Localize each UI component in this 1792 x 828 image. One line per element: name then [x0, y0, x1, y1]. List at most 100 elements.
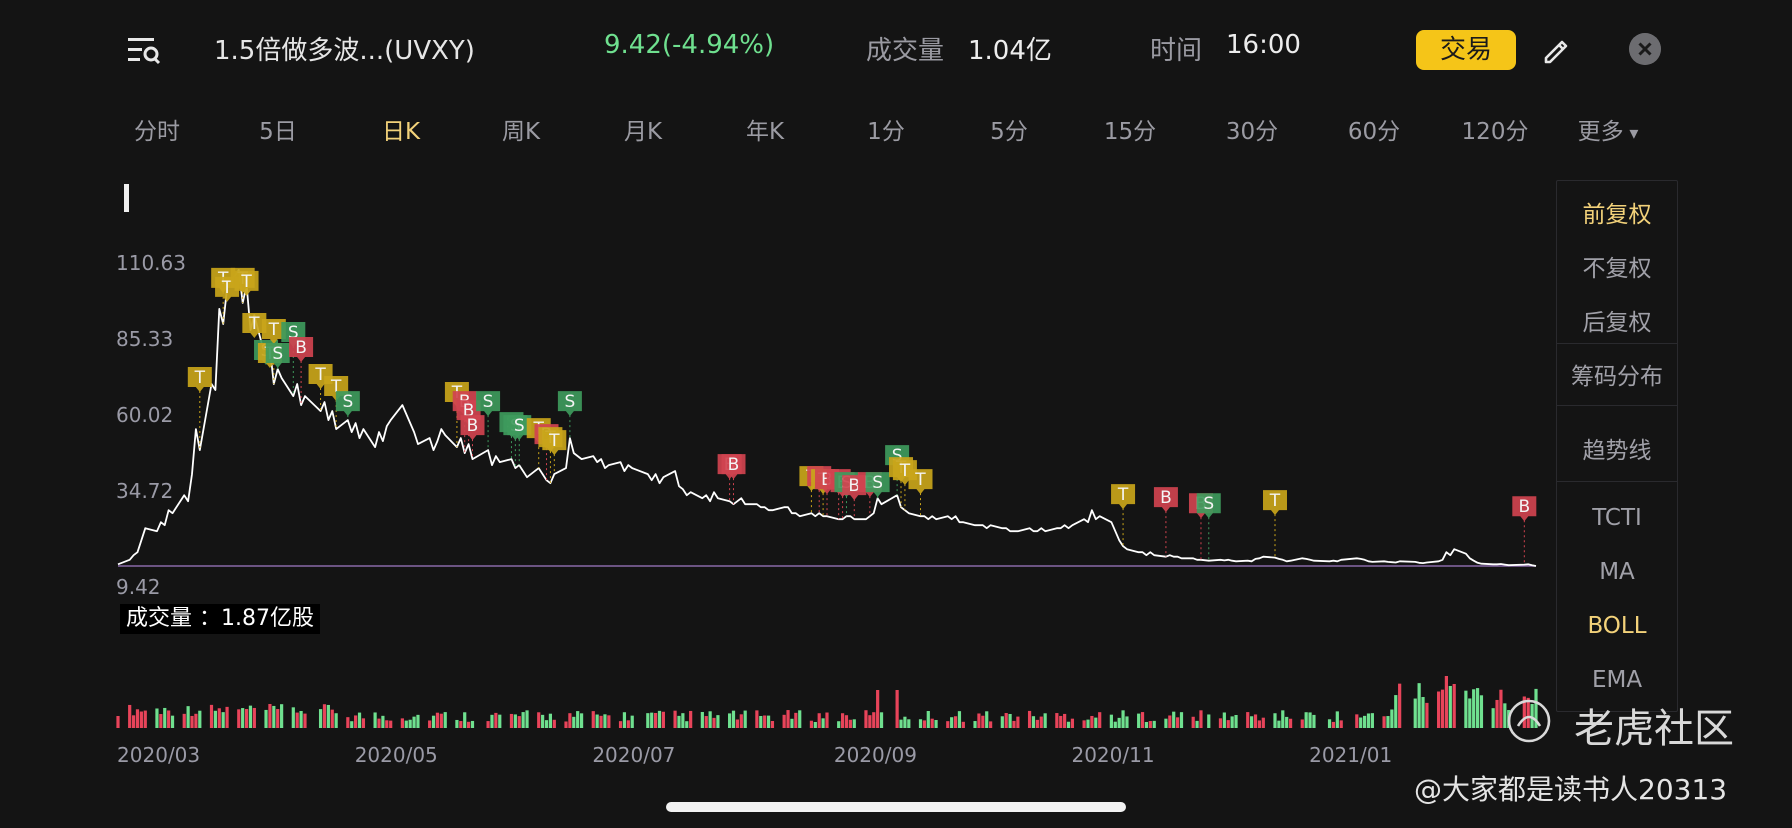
volume-bar [1475, 688, 1480, 728]
y-tick-label: 9.42 [116, 575, 161, 599]
volume-bar [272, 705, 276, 728]
volume-bar [930, 718, 934, 728]
volume-bar [677, 715, 681, 728]
volume-bar [544, 720, 549, 728]
volume-bar [879, 712, 884, 728]
volume-bar [576, 711, 580, 728]
trade-marker-label: B [1160, 488, 1172, 508]
volume-bar [591, 711, 595, 728]
volume-bar [1195, 720, 1199, 728]
volume-bar [607, 715, 611, 728]
volume-bar [131, 715, 136, 728]
panel-item-1[interactable]: 前复权 [1557, 195, 1677, 229]
volume-bar [950, 717, 954, 728]
panel-item-2[interactable]: 不复权 [1557, 249, 1677, 283]
volume-bar [977, 713, 981, 728]
trade-marker-label: B [1518, 497, 1530, 517]
x-tick-label: 2021/01 [1309, 743, 1392, 767]
volume-bar [957, 711, 962, 728]
volume-bar [1390, 709, 1394, 728]
volume-bar [213, 710, 217, 728]
volume-bar [1257, 720, 1262, 728]
volume-bar [521, 712, 525, 728]
volume-bar [1366, 713, 1371, 728]
trade-marker-label: T [1117, 485, 1129, 505]
volume-bar [755, 710, 759, 728]
volume-bar [1479, 695, 1484, 728]
volume-bar [350, 721, 354, 728]
volume-bar [782, 714, 786, 728]
volume-bar [1094, 717, 1098, 728]
volume-bar [1359, 717, 1363, 728]
panel-divider [1557, 343, 1677, 344]
panel-item-7[interactable]: MA [1557, 559, 1677, 585]
volume-bar [1327, 719, 1332, 728]
volume-bar [1012, 720, 1016, 728]
volume-bar [428, 720, 432, 728]
volume-bar [404, 720, 408, 728]
volume-bar [712, 717, 716, 728]
volume-bar [303, 713, 307, 728]
volume-bar [299, 710, 303, 728]
volume-bar [790, 718, 794, 728]
trade-marker-label: S [564, 392, 575, 412]
volume-bar [1063, 713, 1067, 728]
volume-bar [439, 713, 443, 728]
panel-item-4[interactable]: 筹码分布 [1557, 357, 1677, 391]
volume-bar [1207, 714, 1211, 728]
volume-bar [895, 690, 899, 728]
volume-bar [116, 716, 120, 728]
volume-bar [981, 715, 985, 728]
volume-bar [618, 721, 623, 728]
trade-marker-label: S [272, 344, 283, 364]
volume-bar [689, 710, 693, 728]
volume-bar [1043, 713, 1047, 728]
volume-bar [1144, 721, 1149, 728]
panel-item-3[interactable]: 后复权 [1557, 303, 1677, 337]
volume-bar [490, 714, 494, 728]
volume-bar [716, 715, 720, 728]
volume-bar [295, 712, 299, 728]
volume-bar [264, 709, 268, 728]
panel-item-9[interactable]: EMA [1557, 667, 1677, 693]
volume-bar [728, 713, 732, 728]
volume-bar [1386, 716, 1390, 728]
volume-bar [381, 715, 385, 728]
y-tick-label: 110.63 [116, 251, 186, 275]
volume-bar [1226, 720, 1230, 728]
panel-divider [1557, 481, 1677, 482]
volume-bar [704, 716, 708, 728]
volume-bar [318, 709, 323, 728]
home-indicator[interactable] [666, 802, 1126, 812]
volume-bar [786, 710, 790, 728]
volume-bar [280, 704, 284, 728]
volume-bar [1199, 710, 1203, 728]
volume-bar [1082, 720, 1086, 728]
volume-bar [918, 719, 923, 728]
indicator-panel: 前复权不复权后复权筹码分布趋势线 TCTI MA BOLL EMA [1556, 180, 1678, 712]
volume-bar [622, 712, 627, 728]
volume-bar [809, 720, 814, 728]
volume-bar [159, 714, 163, 728]
volume-bar [1355, 714, 1359, 728]
volume-bar [167, 710, 171, 728]
panel-item-6[interactable]: TCTI [1557, 505, 1677, 531]
volume-bar [1261, 717, 1265, 728]
volume-bar [1066, 721, 1071, 728]
x-tick-label: 2020/03 [117, 743, 200, 767]
volume-bar [408, 719, 412, 728]
trade-marker-label: S [872, 473, 883, 493]
volume-bar [552, 719, 556, 728]
volume-bar [1113, 721, 1117, 728]
volume-bar [1098, 712, 1102, 728]
volume-bar [1016, 716, 1020, 728]
volume-bar [1421, 697, 1425, 728]
volume-bar [1234, 715, 1238, 728]
volume-info-tag: 成交量 ：1.87亿股 [120, 604, 320, 634]
volume-bar [459, 721, 463, 728]
panel-item-8[interactable]: BOLL [1557, 613, 1677, 639]
volume-bar [1370, 713, 1374, 728]
volume-bar [244, 709, 249, 728]
panel-item-5[interactable]: 趋势线 [1557, 431, 1677, 465]
volume-bar [1425, 702, 1429, 728]
